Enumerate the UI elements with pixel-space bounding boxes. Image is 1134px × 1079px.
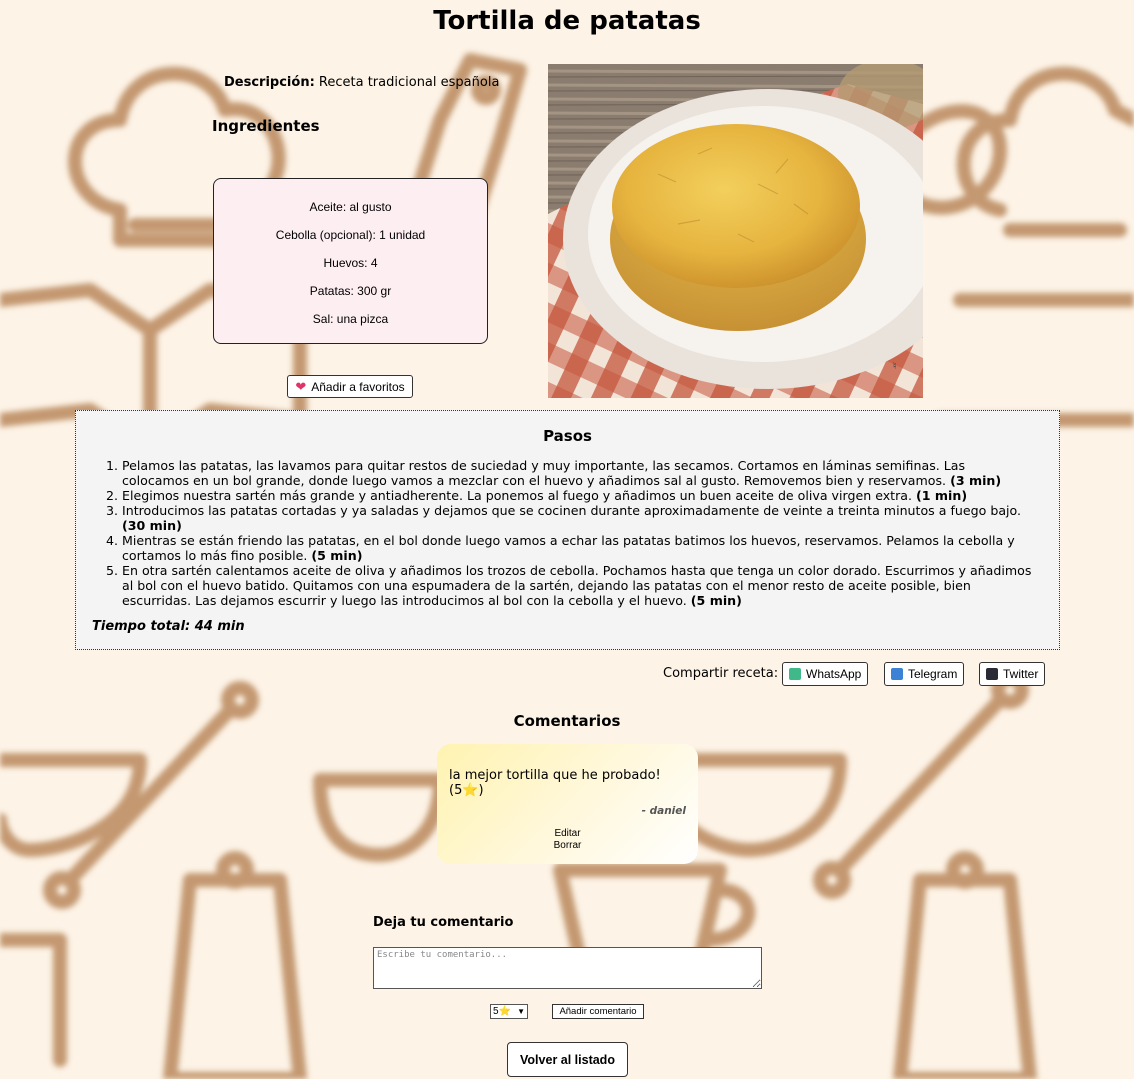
recipe-title: Tortilla de patatas: [433, 6, 701, 36]
edit-comment-link[interactable]: Editar: [437, 828, 698, 839]
step-text: Introducimos las patatas cortadas y ya s…: [122, 503, 1022, 518]
step-time: (3 min): [950, 473, 1002, 488]
ingredient-item: Huevos: 4: [323, 256, 378, 270]
add-to-favorites-button[interactable]: ❤ Añadir a favoritos: [287, 375, 413, 398]
add-comment-button[interactable]: Añadir comentario: [552, 1004, 644, 1019]
step-item: Mientras se están friendo las patatas, e…: [122, 533, 1035, 563]
step-time: (1 min): [916, 488, 968, 503]
leave-comment-heading: Deja tu comentario: [373, 915, 514, 930]
ingredient-item: Patatas: 300 gr: [309, 284, 392, 298]
step-text: En otra sartén calentamos aceite de oliv…: [122, 563, 1032, 608]
twitter-icon: [986, 668, 998, 680]
ingredient-item: Sal: una pizca: [312, 312, 389, 326]
comment-author: - daniel: [641, 805, 686, 817]
svg-text:♮: ♮: [893, 361, 897, 372]
ingredient-item: Aceite: al gusto: [309, 200, 392, 214]
whatsapp-icon: [789, 668, 801, 680]
ingredients-list: Aceite: al gusto Cebolla (opcional): 1 u…: [213, 178, 488, 344]
share-button-label: Telegram: [908, 667, 958, 681]
step-text: Pelamos las patatas, las lavamos para qu…: [122, 458, 966, 488]
share-button-label: WhatsApp: [806, 667, 862, 681]
step-item: En otra sartén calentamos aceite de oliv…: [122, 563, 1035, 608]
telegram-icon: [891, 668, 903, 680]
ingredients-heading: Ingredientes: [212, 117, 320, 135]
step-time: (30 min): [122, 518, 182, 533]
step-text: Elegimos nuestra sartén más grande y ant…: [122, 488, 913, 503]
share-whatsapp-button[interactable]: WhatsApp: [782, 662, 869, 686]
chevron-down-icon: ▼: [517, 1007, 525, 1016]
share-label: Compartir receta:: [663, 666, 779, 681]
step-time: (5 min): [690, 593, 742, 608]
favorite-label: Añadir a favoritos: [311, 379, 405, 394]
description-text: Receta tradicional española: [318, 75, 500, 90]
comments-heading: Comentarios: [513, 712, 621, 730]
step-item: Pelamos las patatas, las lavamos para qu…: [122, 458, 1035, 488]
steps-section: Pasos Pelamos las patatas, las lavamos p…: [75, 410, 1060, 650]
share-twitter-button[interactable]: Twitter: [979, 662, 1046, 686]
steps-heading: Pasos: [543, 427, 592, 445]
comment-text: la mejor tortilla que he probado! (5⭐): [449, 768, 661, 798]
ingredient-item: Cebolla (opcional): 1 unidad: [275, 228, 426, 242]
comment-card: la mejor tortilla que he probado! (5⭐) -…: [437, 744, 698, 864]
recipe-photo: ♮: [548, 64, 923, 398]
back-to-list-button[interactable]: Volver al listado: [507, 1042, 628, 1077]
rating-value: 5⭐: [493, 1006, 512, 1017]
delete-comment-link[interactable]: Borrar: [437, 840, 698, 851]
step-item: Elegimos nuestra sartén más grande y ant…: [122, 488, 1035, 503]
step-text: Mientras se están friendo las patatas, e…: [122, 533, 1015, 563]
step-item: Introducimos las patatas cortadas y ya s…: [122, 503, 1035, 533]
recipe-description: Descripción: Receta tradicional española: [224, 75, 499, 90]
step-time: (5 min): [311, 548, 363, 563]
description-label: Descripción:: [224, 75, 315, 90]
share-telegram-button[interactable]: Telegram: [884, 662, 965, 686]
share-button-label: Twitter: [1003, 667, 1039, 681]
heart-icon: ❤: [295, 378, 307, 394]
comment-input[interactable]: [373, 947, 762, 989]
steps-list: Pelamos las patatas, las lavamos para qu…: [76, 458, 1059, 608]
total-time: Tiempo total: 44 min: [92, 619, 245, 634]
rating-select[interactable]: 5⭐ ▼: [490, 1004, 528, 1019]
